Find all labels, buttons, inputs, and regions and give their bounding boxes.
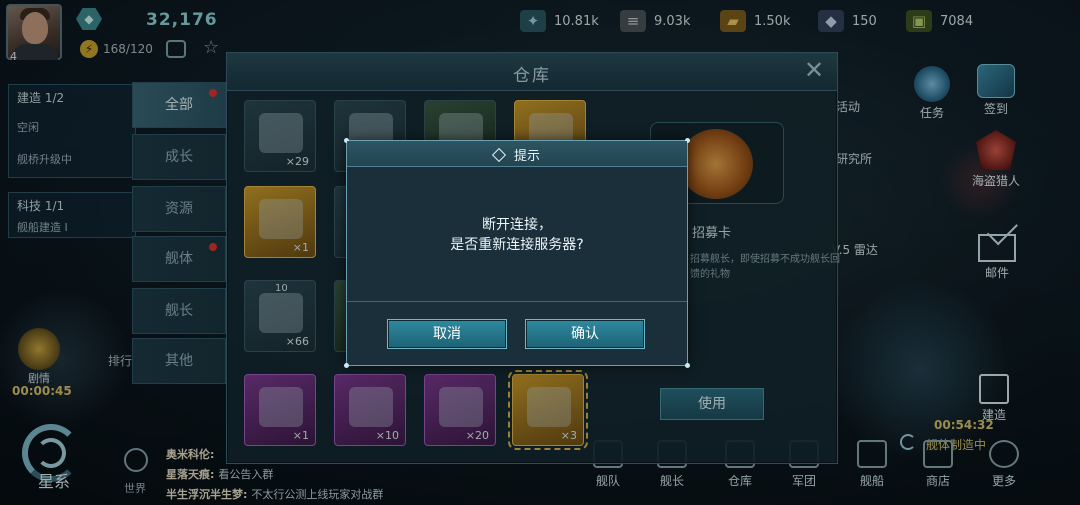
dialog-message-line: 是否重新连接服务器? <box>450 237 584 253</box>
corner-dot <box>685 363 690 368</box>
cancel-button[interactable]: 取消 <box>387 319 507 349</box>
reconnect-dialog: 提示 断开连接， 是否重新连接服务器? 取消 确认 <box>344 138 690 368</box>
dialog-title: 提示 <box>513 149 540 164</box>
dialog-divider <box>347 301 687 302</box>
dialog-message: 断开连接， 是否重新连接服务器? <box>347 215 687 255</box>
confirm-button[interactable]: 确认 <box>525 319 645 349</box>
corner-dot <box>344 363 349 368</box>
dialog-message-line: 断开连接， <box>482 217 552 233</box>
dialog-header: 提示 <box>347 141 687 167</box>
info-diamond-icon <box>491 147 507 162</box>
dialog-title-row: 提示 <box>347 145 687 164</box>
